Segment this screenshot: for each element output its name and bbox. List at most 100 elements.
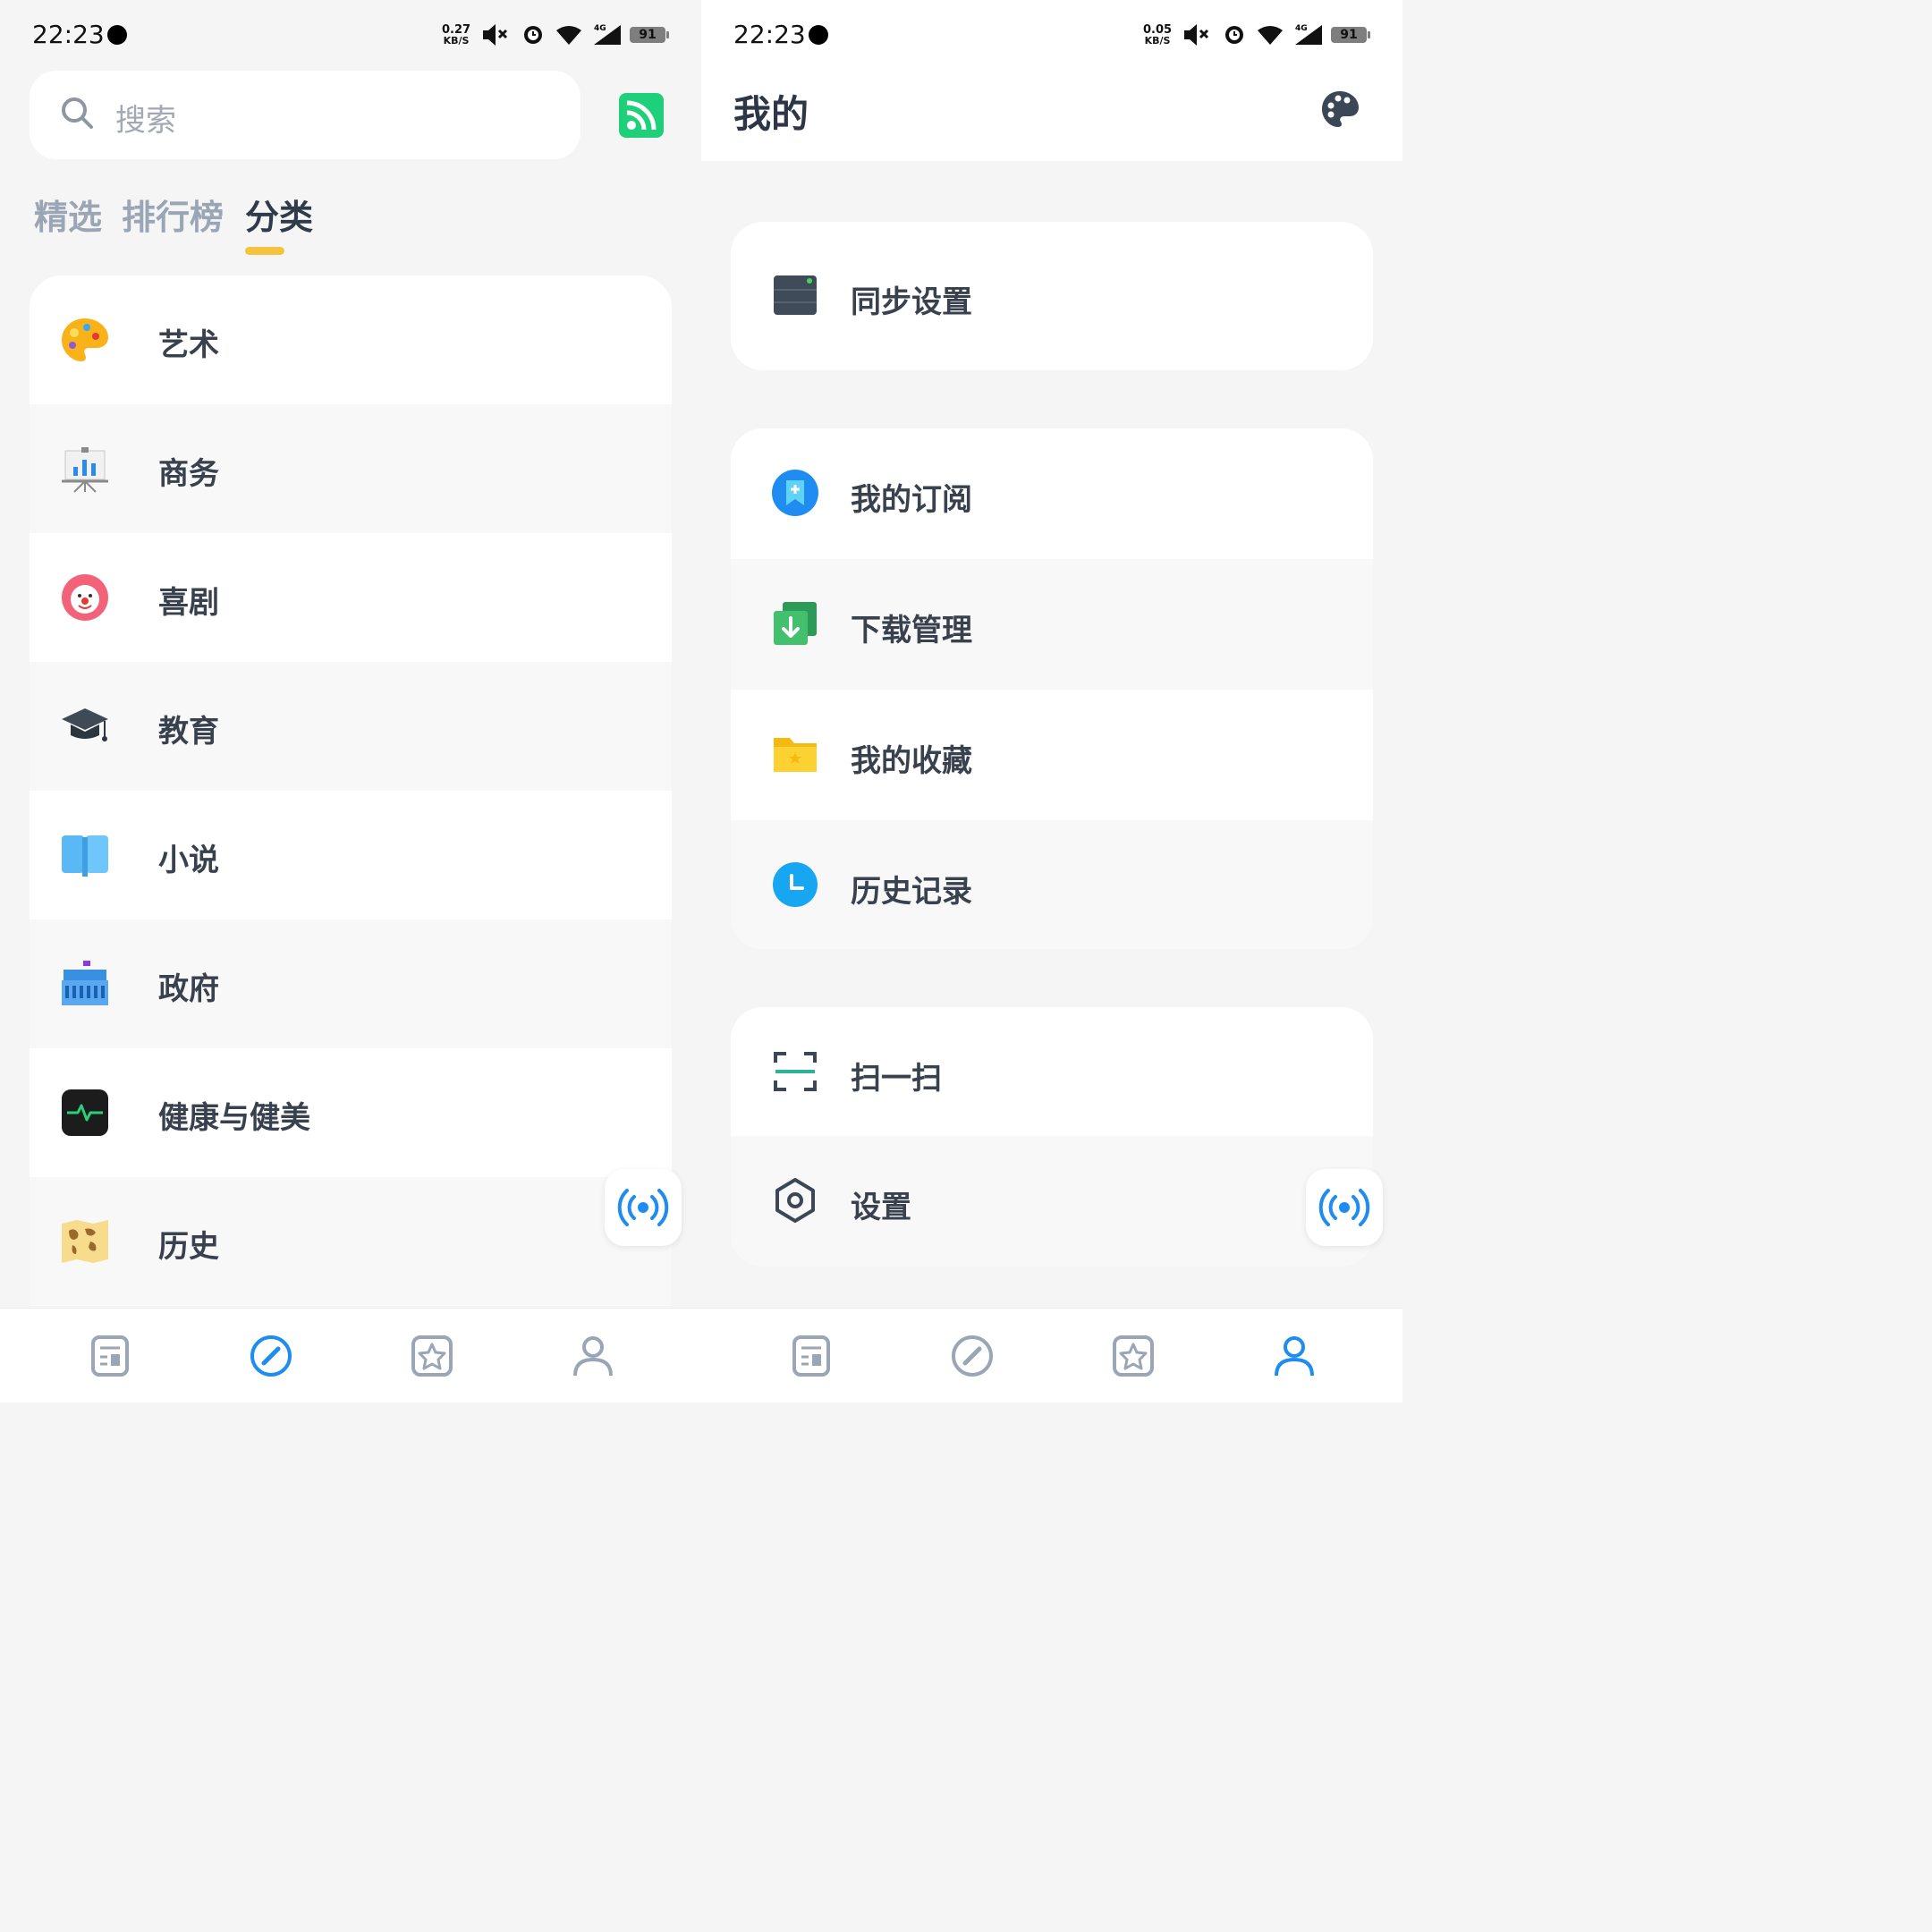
broadcast-icon bbox=[1318, 1189, 1370, 1226]
tab-categories[interactable]: 分类 bbox=[245, 190, 313, 239]
page-title: 我的 bbox=[733, 92, 809, 136]
network-speed: 0.27 KB/S bbox=[442, 24, 470, 47]
rss-button[interactable] bbox=[619, 93, 664, 138]
category-item-education[interactable]: 教育 bbox=[30, 662, 672, 791]
category-label: 教育 bbox=[158, 714, 219, 750]
nav-favorites[interactable] bbox=[410, 1334, 454, 1378]
scan-item[interactable]: 扫一扫 bbox=[731, 1007, 1373, 1138]
nav-profile[interactable] bbox=[1272, 1334, 1317, 1378]
broadcast-icon bbox=[617, 1189, 669, 1226]
compass-icon bbox=[952, 1335, 993, 1377]
category-item-government[interactable]: 政府 bbox=[30, 919, 672, 1048]
category-item-fiction[interactable]: 小说 bbox=[30, 791, 672, 919]
network-speed-unit: KB/S bbox=[1144, 35, 1171, 47]
rss-icon bbox=[626, 100, 657, 131]
menu-label: 扫一扫 bbox=[851, 1061, 942, 1097]
book-icon bbox=[62, 835, 108, 877]
category-item-comedy[interactable]: 喜剧 bbox=[30, 533, 672, 662]
menu-label: 历史记录 bbox=[851, 874, 972, 910]
nav-discover[interactable] bbox=[950, 1334, 995, 1378]
battery-indicator: 91 bbox=[1331, 27, 1370, 43]
graduation-cap-icon bbox=[62, 708, 108, 741]
alarm-icon bbox=[524, 26, 542, 44]
download-manager-item[interactable]: 下载管理 bbox=[731, 559, 1373, 690]
clock-icon bbox=[773, 862, 818, 907]
feed-icon bbox=[91, 1335, 129, 1377]
category-label: 政府 bbox=[158, 971, 219, 1007]
subscription-icon bbox=[772, 470, 818, 516]
network-type: 4G bbox=[594, 24, 606, 33]
status-bar: 22:23 0.05 KB/S 4G 91 bbox=[701, 0, 1402, 70]
tools-card: 扫一扫 设置 bbox=[731, 1007, 1373, 1267]
network-type: 4G bbox=[1295, 24, 1308, 33]
search-placeholder: 搜索 bbox=[115, 103, 176, 139]
tab-ranking[interactable]: 排行榜 bbox=[122, 190, 224, 239]
server-icon bbox=[774, 275, 817, 315]
profile-screen: 22:23 0.05 KB/S 4G 91 我的 同步设置 我的订阅 下载管理 … bbox=[701, 0, 1402, 1402]
my-favorites-item[interactable]: 我的收藏 bbox=[731, 690, 1373, 820]
world-map-icon bbox=[62, 1220, 108, 1263]
alarm-icon bbox=[1225, 26, 1243, 44]
category-label: 商务 bbox=[158, 456, 219, 492]
clown-icon bbox=[62, 574, 108, 621]
user-icon bbox=[573, 1336, 613, 1377]
active-tab-indicator bbox=[245, 247, 284, 255]
category-label: 艺术 bbox=[158, 327, 219, 363]
mute-icon bbox=[483, 24, 508, 46]
government-building-icon bbox=[62, 961, 108, 1005]
history-item[interactable]: 历史记录 bbox=[731, 820, 1373, 949]
nav-favorites[interactable] bbox=[1111, 1334, 1156, 1378]
nav-subscriptions[interactable] bbox=[789, 1334, 834, 1378]
category-label: 健康与健美 bbox=[158, 1100, 310, 1136]
heartbeat-icon bbox=[62, 1089, 108, 1136]
menu-label: 我的订阅 bbox=[851, 482, 972, 518]
library-card: 我的订阅 下载管理 我的收藏 历史记录 bbox=[731, 428, 1373, 949]
user-icon bbox=[1275, 1336, 1314, 1377]
nav-discover[interactable] bbox=[249, 1334, 293, 1378]
compass-icon bbox=[250, 1335, 292, 1377]
settings-item[interactable]: 设置 bbox=[731, 1136, 1373, 1267]
nav-subscriptions[interactable] bbox=[88, 1334, 132, 1378]
sync-card: 同步设置 bbox=[731, 222, 1373, 370]
signal-icon: 4G bbox=[594, 24, 621, 45]
signal-icon: 4G bbox=[1295, 24, 1322, 45]
star-box-icon bbox=[411, 1335, 453, 1377]
bottom-navigation bbox=[701, 1308, 1402, 1402]
theme-palette-icon[interactable] bbox=[1320, 89, 1360, 129]
status-bar: 22:23 0.27 KB/S 4G 91 bbox=[0, 0, 701, 70]
favorites-folder-icon bbox=[774, 738, 817, 772]
star-box-icon bbox=[1113, 1335, 1154, 1377]
menu-label: 设置 bbox=[851, 1190, 911, 1225]
settings-hexagon-icon bbox=[775, 1178, 815, 1223]
sync-settings-label: 同步设置 bbox=[851, 284, 972, 320]
category-label: 小说 bbox=[158, 843, 219, 878]
search-bar[interactable]: 搜索 bbox=[30, 71, 580, 159]
page-header: 我的 bbox=[701, 70, 1402, 161]
tab-featured[interactable]: 精选 bbox=[34, 190, 102, 239]
category-item-health-fitness[interactable]: 健康与健美 bbox=[30, 1048, 672, 1177]
category-item-business[interactable]: 商务 bbox=[30, 404, 672, 533]
menu-label: 下载管理 bbox=[851, 613, 972, 648]
discover-screen: 22:23 0.27 KB/S 4G 91 搜索 精选 排行榜 分类 艺术 商务… bbox=[0, 0, 701, 1402]
wifi-icon bbox=[1258, 26, 1283, 45]
category-item-history[interactable]: 历史 bbox=[30, 1177, 672, 1306]
notification-dot-icon bbox=[809, 25, 828, 45]
presentation-chart-icon bbox=[62, 447, 108, 493]
category-label: 喜剧 bbox=[158, 585, 219, 621]
sync-settings-item[interactable]: 同步设置 bbox=[731, 231, 1373, 361]
palette-icon bbox=[62, 318, 108, 361]
nav-profile[interactable] bbox=[571, 1334, 615, 1378]
menu-label: 我的收藏 bbox=[851, 743, 972, 779]
status-time: 22:23 bbox=[32, 20, 105, 49]
broadcast-button[interactable] bbox=[1306, 1169, 1383, 1246]
network-speed: 0.05 KB/S bbox=[1143, 24, 1172, 47]
broadcast-button[interactable] bbox=[605, 1169, 682, 1246]
notification-dot-icon bbox=[107, 25, 127, 45]
my-subscriptions-item[interactable]: 我的订阅 bbox=[731, 428, 1373, 559]
feed-icon bbox=[792, 1335, 830, 1377]
download-icon bbox=[774, 602, 817, 645]
category-label: 历史 bbox=[158, 1229, 219, 1265]
wifi-icon bbox=[556, 26, 581, 45]
mute-icon bbox=[1184, 24, 1209, 46]
category-item-art[interactable]: 艺术 bbox=[30, 275, 672, 404]
